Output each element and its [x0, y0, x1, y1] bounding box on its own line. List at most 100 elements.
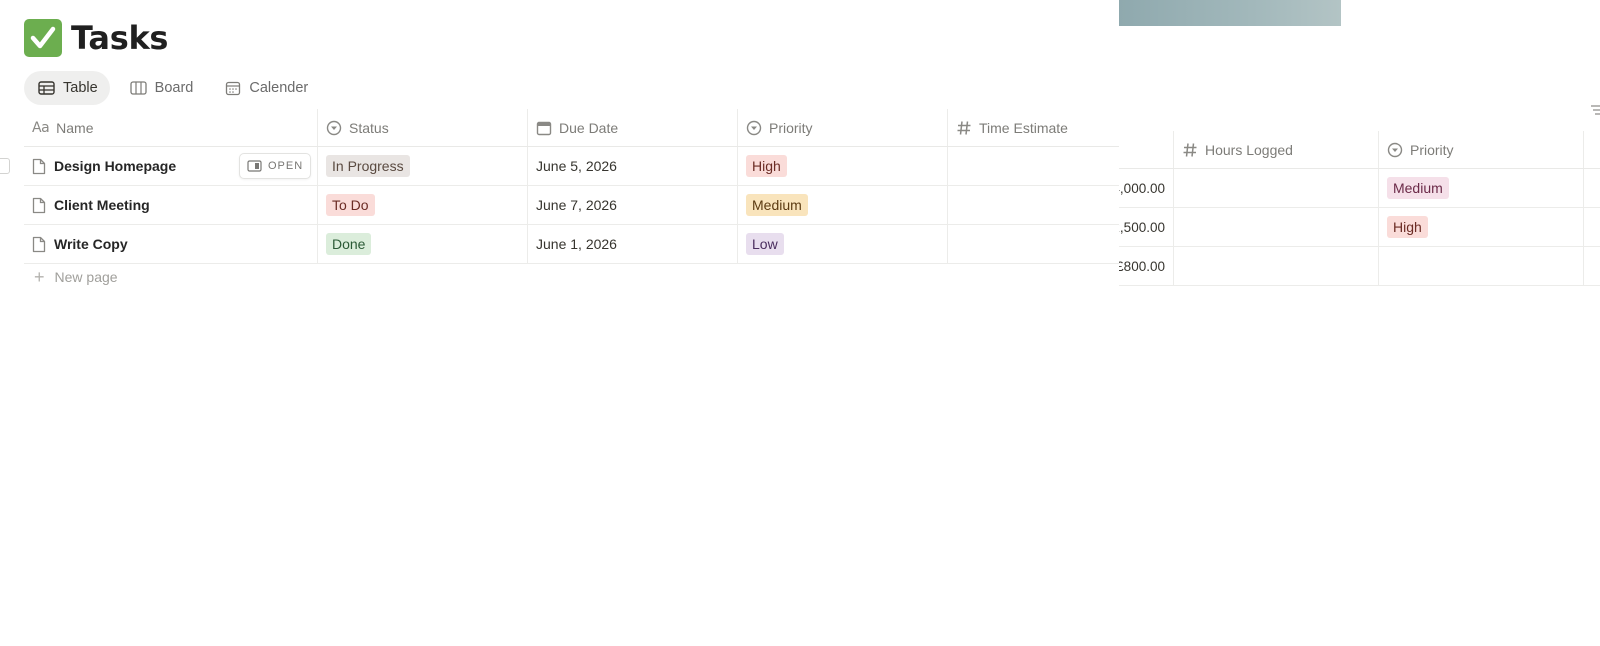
- cell-status[interactable]: To Do: [318, 186, 528, 224]
- cell-due-date[interactable]: June 5, 2026: [528, 147, 738, 185]
- column-header-priority[interactable]: Priority: [1379, 131, 1584, 168]
- status-property-icon: [326, 120, 342, 135]
- page-header: Tasks: [24, 19, 168, 57]
- priority-tag: Medium: [746, 194, 808, 216]
- page-icon: [32, 158, 46, 174]
- column-priority-label: Priority: [1409, 141, 1454, 158]
- column-header-time-estimate[interactable]: Time Estimate: [948, 109, 1119, 146]
- check-mark-icon[interactable]: [24, 19, 62, 57]
- cell-name[interactable]: Write Copy: [24, 225, 318, 263]
- tab-table[interactable]: Table: [24, 71, 110, 105]
- cell-priority[interactable]: [1379, 247, 1584, 285]
- status-tag: Done: [326, 233, 372, 255]
- new-page-button[interactable]: + New page: [34, 268, 118, 286]
- text-property-icon: Aa: [32, 119, 50, 136]
- column-status-label: Status: [349, 119, 389, 136]
- cell-status[interactable]: In Progress: [318, 147, 528, 185]
- row-select-checkbox[interactable]: [0, 158, 10, 174]
- board-icon: [130, 81, 147, 95]
- overlapping-table-fragment: Hours Logged Priority 4,000.00 Medium 2,…: [1119, 131, 1600, 286]
- cell-priority[interactable]: High: [738, 147, 948, 185]
- table-row[interactable]: £800.00: [1119, 247, 1600, 286]
- date-property-icon: [536, 121, 552, 135]
- status-tag: To Do: [326, 194, 375, 216]
- column-header-amount[interactable]: [1119, 131, 1174, 168]
- column-header-hours-logged[interactable]: Hours Logged: [1174, 131, 1379, 168]
- cell-name[interactable]: Client Meeting: [24, 186, 318, 224]
- page-cover-image: [1119, 0, 1341, 26]
- open-button-label: OPEN: [268, 160, 304, 172]
- page-title[interactable]: Tasks: [71, 19, 168, 57]
- column-name-label: Name: [56, 119, 94, 136]
- column-due-date-label: Due Date: [559, 119, 619, 136]
- number-property-icon: [957, 120, 971, 135]
- column-header-status[interactable]: Status: [318, 109, 528, 146]
- select-property-icon: [746, 120, 762, 135]
- column-end: [1584, 247, 1600, 285]
- cell-time-estimate[interactable]: [948, 147, 1119, 185]
- cell-amount[interactable]: 4,000.00: [1119, 169, 1174, 207]
- table-row[interactable]: 2,500.00 High: [1119, 208, 1600, 247]
- column-header-priority[interactable]: Priority: [738, 109, 948, 146]
- cell-due-date[interactable]: June 7, 2026: [528, 186, 738, 224]
- table-row[interactable]: Write Copy Done June 1, 2026 Low: [24, 225, 1119, 264]
- tab-table-label: Table: [63, 80, 98, 96]
- page-icon: [32, 197, 46, 213]
- number-property-icon: [1183, 142, 1197, 157]
- tab-calendar-label: Calender: [249, 80, 309, 96]
- cell-amount[interactable]: 2,500.00: [1119, 208, 1174, 246]
- select-property-icon: [1387, 142, 1403, 157]
- due-date-value: June 1, 2026: [536, 236, 617, 252]
- cell-time-estimate[interactable]: [948, 186, 1119, 224]
- table-header-row: Hours Logged Priority: [1119, 131, 1600, 169]
- priority-tag: Low: [746, 233, 784, 255]
- cell-time-estimate[interactable]: [948, 225, 1119, 263]
- side-peek-icon: [247, 160, 262, 172]
- column-time-estimate-label: Time Estimate: [979, 119, 1068, 136]
- row-title[interactable]: Design Homepage: [54, 158, 176, 174]
- tab-board-label: Board: [154, 80, 194, 96]
- table-row[interactable]: 4,000.00 Medium: [1119, 169, 1600, 208]
- due-date-value: June 5, 2026: [536, 158, 617, 174]
- column-hours-logged-label: Hours Logged: [1204, 141, 1293, 158]
- row-title[interactable]: Client Meeting: [54, 197, 150, 213]
- amount-value: 2,500.00: [1119, 219, 1165, 235]
- column-priority-label: Priority: [769, 119, 813, 136]
- column-end: [1584, 208, 1600, 246]
- column-header-due-date[interactable]: Due Date: [528, 109, 738, 146]
- amount-value: 4,000.00: [1119, 180, 1165, 196]
- cell-priority[interactable]: Medium: [1379, 169, 1584, 207]
- filter-lines-icon[interactable]: [1591, 104, 1600, 116]
- priority-tag: High: [1386, 216, 1428, 238]
- cell-amount[interactable]: £800.00: [1119, 247, 1174, 285]
- open-page-button[interactable]: OPEN: [239, 153, 312, 179]
- calendar-icon: [226, 81, 241, 96]
- cell-hours-logged[interactable]: [1174, 169, 1379, 207]
- view-tabs: Table Board Calender: [24, 71, 326, 105]
- table-icon: [38, 81, 55, 95]
- priority-tag: Medium: [1386, 177, 1449, 199]
- column-header-name[interactable]: Aa Name: [24, 109, 318, 146]
- cell-hours-logged[interactable]: [1174, 208, 1379, 246]
- tab-board[interactable]: Board: [116, 71, 206, 105]
- table-row[interactable]: Client Meeting To Do June 7, 2026 Medium: [24, 186, 1119, 225]
- new-page-label: New page: [54, 269, 118, 285]
- page-icon: [32, 236, 46, 252]
- cell-priority[interactable]: High: [1379, 208, 1584, 246]
- due-date-value: June 7, 2026: [536, 197, 617, 213]
- cell-name[interactable]: Design Homepage OPEN: [24, 147, 318, 185]
- cell-priority[interactable]: Low: [738, 225, 948, 263]
- priority-tag: High: [746, 155, 787, 177]
- table-row[interactable]: Design Homepage OPEN In Progress June 5,…: [0, 147, 1119, 186]
- tasks-table: Aa Name Status Due Date Priority Time Es…: [0, 109, 1119, 264]
- cell-hours-logged[interactable]: [1174, 247, 1379, 285]
- table-header-row: Aa Name Status Due Date Priority Time Es…: [24, 109, 1119, 147]
- cell-status[interactable]: Done: [318, 225, 528, 263]
- amount-value: £800.00: [1119, 258, 1165, 274]
- row-title[interactable]: Write Copy: [54, 236, 128, 252]
- tab-calendar[interactable]: Calender: [211, 71, 320, 105]
- column-end: [1584, 131, 1600, 168]
- cell-priority[interactable]: Medium: [738, 186, 948, 224]
- cell-due-date[interactable]: June 1, 2026: [528, 225, 738, 263]
- status-tag: In Progress: [326, 155, 410, 177]
